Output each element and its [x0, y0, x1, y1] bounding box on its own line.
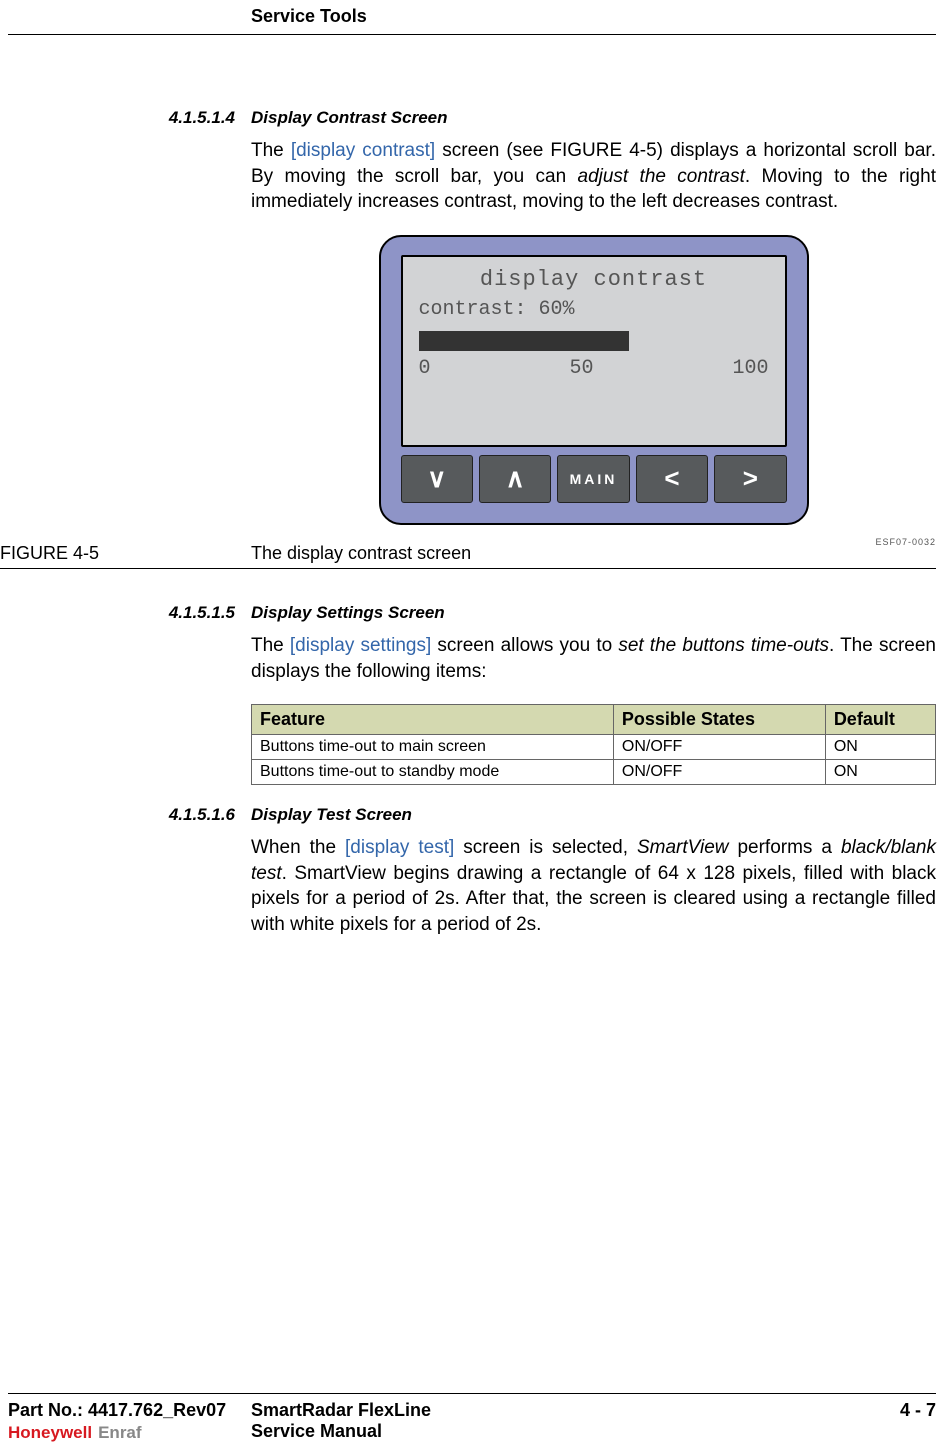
- logo-enraf: Enraf: [98, 1423, 141, 1443]
- button-main[interactable]: MAIN: [557, 455, 629, 503]
- table-row: Buttons time-out to standby mode ON/OFF …: [252, 760, 936, 785]
- link-display-settings[interactable]: [display settings]: [290, 635, 431, 656]
- section-number: 4.1.5.1.4: [0, 108, 251, 128]
- cell-default: ON: [825, 735, 935, 760]
- text-italic: set the buttons time-outs: [618, 635, 829, 656]
- button-up[interactable]: ∧: [479, 455, 551, 503]
- figure-number: FIGURE 4-5: [0, 543, 251, 564]
- link-display-test[interactable]: [display test]: [345, 837, 454, 858]
- cell-states: ON/OFF: [613, 760, 825, 785]
- text: The: [251, 140, 291, 161]
- page-footer: Part No.: 4417.762_Rev07 SmartRadar Flex…: [8, 1393, 936, 1443]
- lcd-title: display contrast: [419, 267, 769, 292]
- device-panel: display contrast contrast: 60% 0 50 100 …: [379, 235, 809, 525]
- section-body: The [display settings] screen allows you…: [251, 633, 936, 684]
- settings-table: Feature Possible States Default Buttons …: [251, 704, 936, 785]
- cell-feature: Buttons time-out to standby mode: [252, 760, 614, 785]
- footer-part-no: Part No.: 4417.762_Rev07: [8, 1400, 251, 1421]
- section-body: When the [display test] screen is select…: [251, 835, 936, 938]
- cell-default: ON: [825, 760, 935, 785]
- button-right[interactable]: >: [714, 455, 786, 503]
- footer-product: SmartRadar FlexLine: [251, 1400, 856, 1421]
- lcd-contrast-label: contrast:: [419, 298, 539, 321]
- section-title: Display Test Screen: [251, 805, 936, 825]
- text: performs a: [729, 837, 841, 858]
- contrast-slider[interactable]: [419, 331, 769, 351]
- th-default: Default: [825, 705, 935, 735]
- section-body: The [display contrast] screen (see FIGUR…: [251, 138, 936, 215]
- cell-feature: Buttons time-out to main screen: [252, 735, 614, 760]
- lcd-screen: display contrast contrast: 60% 0 50 100: [401, 255, 787, 447]
- footer-rule: [8, 1393, 936, 1394]
- scale-max: 100: [732, 357, 768, 380]
- cell-states: ON/OFF: [613, 735, 825, 760]
- header-rule: [8, 34, 936, 35]
- logo-honeywell: Honeywell: [8, 1423, 92, 1443]
- page-header-title: Service Tools: [251, 6, 936, 33]
- text: screen allows you to: [431, 635, 618, 656]
- contrast-slider-fill: [419, 331, 629, 351]
- footer-page-number: 4 - 7: [856, 1400, 936, 1421]
- text: screen is selected,: [454, 837, 637, 858]
- section-title: Display Contrast Screen: [251, 108, 936, 128]
- scale-mid: 50: [569, 357, 593, 380]
- text: The: [251, 635, 290, 656]
- th-feature: Feature: [252, 705, 614, 735]
- section-number: 4.1.5.1.5: [0, 603, 251, 623]
- text: . SmartView begins drawing a rectangle o…: [251, 863, 936, 935]
- text-italic: SmartView: [637, 837, 729, 858]
- lcd-contrast-value: 60%: [539, 298, 575, 321]
- section-title: Display Settings Screen: [251, 603, 936, 623]
- button-left[interactable]: <: [636, 455, 708, 503]
- figure-caption: The display contrast screen: [251, 543, 936, 564]
- footer-manual: Service Manual: [251, 1421, 856, 1443]
- section-number: 4.1.5.1.6: [0, 805, 251, 825]
- link-display-contrast[interactable]: [display contrast]: [291, 140, 435, 161]
- th-states: Possible States: [613, 705, 825, 735]
- button-down[interactable]: ∨: [401, 455, 473, 503]
- text-italic: adjust the contrast: [578, 166, 745, 187]
- text: When the: [251, 837, 345, 858]
- table-row: Buttons time-out to main screen ON/OFF O…: [252, 735, 936, 760]
- table-header-row: Feature Possible States Default: [252, 705, 936, 735]
- scale-min: 0: [419, 357, 431, 380]
